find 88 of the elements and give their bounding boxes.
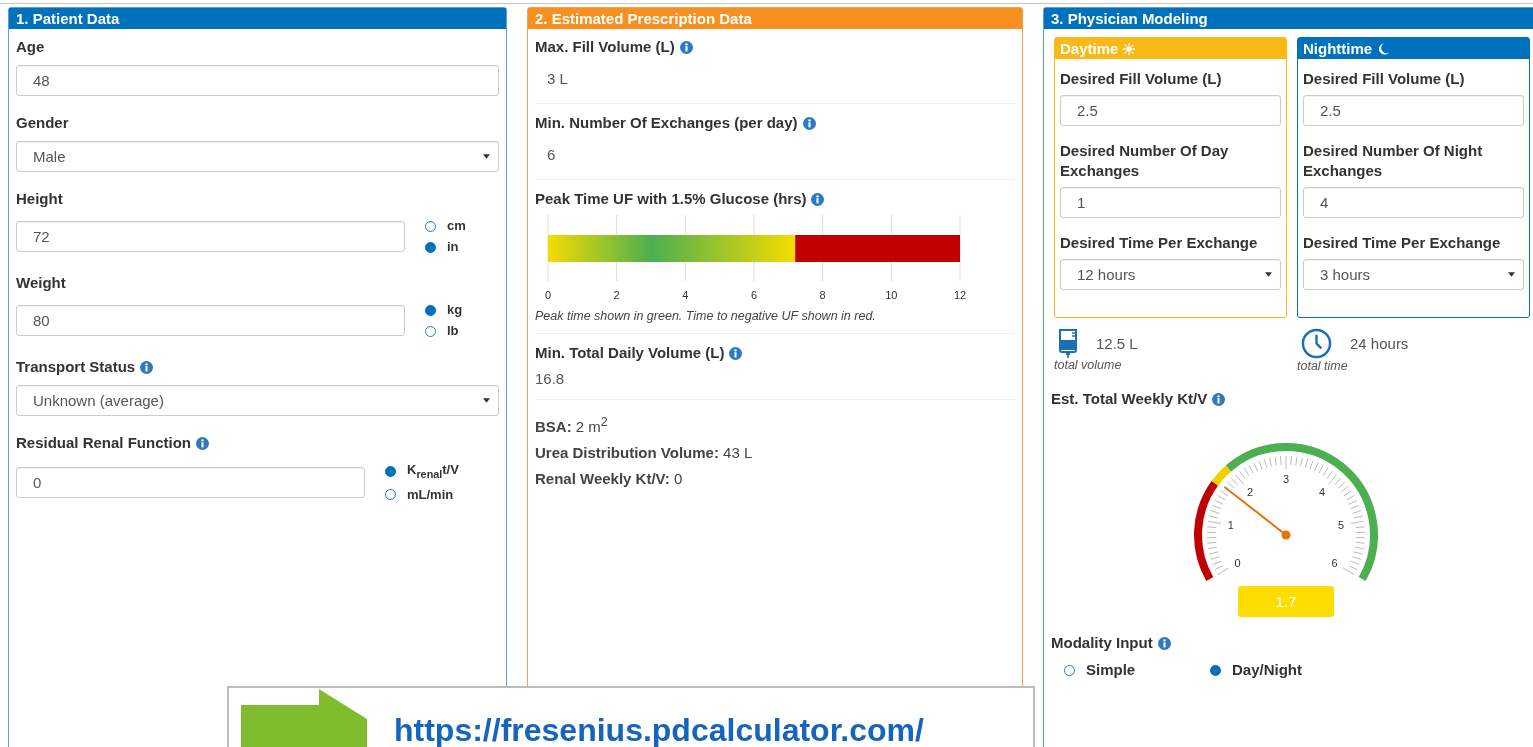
radio-option[interactable]: in xyxy=(425,238,499,256)
axis-label: 12 xyxy=(953,289,967,301)
axis-label: 10 xyxy=(885,289,898,301)
info-icon[interactable] xyxy=(811,192,825,206)
field-label: Modality Input xyxy=(1051,633,1153,653)
input-field[interactable]: 2.5 xyxy=(1060,95,1281,126)
caret-icon xyxy=(483,398,490,403)
axis-label: 4 xyxy=(682,289,689,301)
gauge-label: 0 xyxy=(1234,557,1241,569)
caret-icon xyxy=(1265,272,1272,277)
gauge-label: 4 xyxy=(1318,486,1326,499)
field-label: Gender xyxy=(16,113,69,133)
radio-option[interactable]: Day/Night xyxy=(1210,661,1356,679)
radio-option[interactable]: mL/min xyxy=(385,485,499,504)
input-field[interactable]: 0 xyxy=(16,466,365,498)
field-value: 6 xyxy=(546,145,557,165)
input-field[interactable]: 2.5 xyxy=(1303,95,1524,126)
gauge-label: 6 xyxy=(1331,557,1338,569)
total-caption: total volume xyxy=(1054,358,1123,372)
field-label: Transport Status xyxy=(16,357,136,377)
field-label: Age xyxy=(16,37,45,57)
url-text: https://fresenius.pdcalculator.com/ xyxy=(394,712,924,747)
radio-option[interactable]: lb xyxy=(425,322,499,340)
panel-title: 2. Estimated Prescription Data xyxy=(528,8,1022,29)
input-field[interactable]: 4 xyxy=(1303,187,1524,218)
info-icon[interactable] xyxy=(196,436,210,450)
total-value: 24 hours xyxy=(1350,335,1409,352)
dropdown[interactable]: Male xyxy=(16,141,499,172)
total-caption: total time xyxy=(1297,359,1349,373)
input-field[interactable]: 72 xyxy=(16,221,405,252)
moon-icon xyxy=(1376,41,1391,56)
field-label: Desired Number Of Day Exchanges xyxy=(1060,141,1230,181)
dropdown[interactable]: 12 hours xyxy=(1060,259,1281,290)
axis-label: 6 xyxy=(750,289,758,301)
field-label: Height xyxy=(16,189,63,209)
field-label: Min. Number Of Exchanges (per day) xyxy=(535,113,798,133)
fact-line: BSA: 2 m$^{2}$ xyxy=(535,414,609,437)
input-field[interactable]: 80 xyxy=(16,305,405,336)
radio-option[interactable]: K$_{renal}$t/V xyxy=(385,461,499,483)
field-value: 3 L xyxy=(546,69,569,89)
radio-option[interactable]: kg xyxy=(425,301,499,319)
field-label: Desired Fill Volume (L) xyxy=(1303,69,1465,89)
gauge-reading: 1.7 xyxy=(1238,586,1334,617)
axis-label: 8 xyxy=(819,289,826,301)
gauge-label: 3 xyxy=(1282,473,1290,485)
radio-option[interactable]: Simple xyxy=(1064,661,1210,679)
total-value: 12.5 L xyxy=(1096,334,1138,352)
field-label: Desired Time Per Exchange xyxy=(1303,233,1501,253)
axis-label: 0 xyxy=(544,289,552,301)
clock-icon xyxy=(1301,328,1332,359)
caret-icon xyxy=(483,154,490,159)
axis-label: 2 xyxy=(613,289,620,301)
fluid-bag-icon xyxy=(1058,328,1078,358)
sun-icon xyxy=(1122,41,1137,56)
panel-title: 3. Physician Modeling xyxy=(1044,8,1533,29)
radio-option[interactable]: cm xyxy=(425,217,499,235)
arrow-icon xyxy=(241,689,367,747)
field-label: Max. Fill Volume (L) xyxy=(535,37,675,57)
info-icon[interactable] xyxy=(802,116,816,130)
input-field[interactable]: 48 xyxy=(16,65,499,96)
field-label: Min. Total Daily Volume (L) xyxy=(535,343,725,363)
field-label: Desired Fill Volume (L) xyxy=(1060,69,1222,89)
fact-line: Urea Distribution Volume: 43 L xyxy=(535,443,754,463)
dropdown[interactable]: 3 hours xyxy=(1303,259,1524,290)
gauge-needle xyxy=(1223,486,1291,540)
info-icon[interactable] xyxy=(679,40,693,54)
info-icon[interactable] xyxy=(140,360,154,374)
panel-title: 1. Patient Data xyxy=(9,8,506,29)
dropdown[interactable]: Unknown (average) xyxy=(16,385,499,416)
field-label: Desired Time Per Exchange xyxy=(1060,233,1258,253)
period-title: Nighttime xyxy=(1303,40,1373,57)
field-label: Peak Time UF with 1.5% Glucose (hrs) xyxy=(535,189,807,209)
chart-caption: Peak time shown in green. Time to negative UF shown in red. xyxy=(535,309,877,323)
field-label: Est. Total Weekly Kt/V xyxy=(1051,389,1208,409)
caret-icon xyxy=(1508,272,1515,277)
field-label: Residual Renal Function xyxy=(16,433,192,453)
gauge-label: 1 xyxy=(1227,519,1234,532)
field-label: Desired Number Of Night Exchanges xyxy=(1303,141,1484,181)
input-field[interactable]: 1 xyxy=(1060,187,1281,218)
gauge-label: 5 xyxy=(1338,519,1345,532)
gauge-label: 2 xyxy=(1246,486,1254,499)
period-title: Daytime xyxy=(1060,40,1119,57)
info-icon[interactable] xyxy=(1157,636,1171,650)
info-icon[interactable] xyxy=(729,346,743,360)
field-label: Weight xyxy=(16,273,66,293)
fact-line: Renal Weekly Kt/V: 0 xyxy=(535,469,684,489)
info-icon[interactable] xyxy=(1212,392,1226,406)
field-value: 16.8 xyxy=(535,369,566,389)
